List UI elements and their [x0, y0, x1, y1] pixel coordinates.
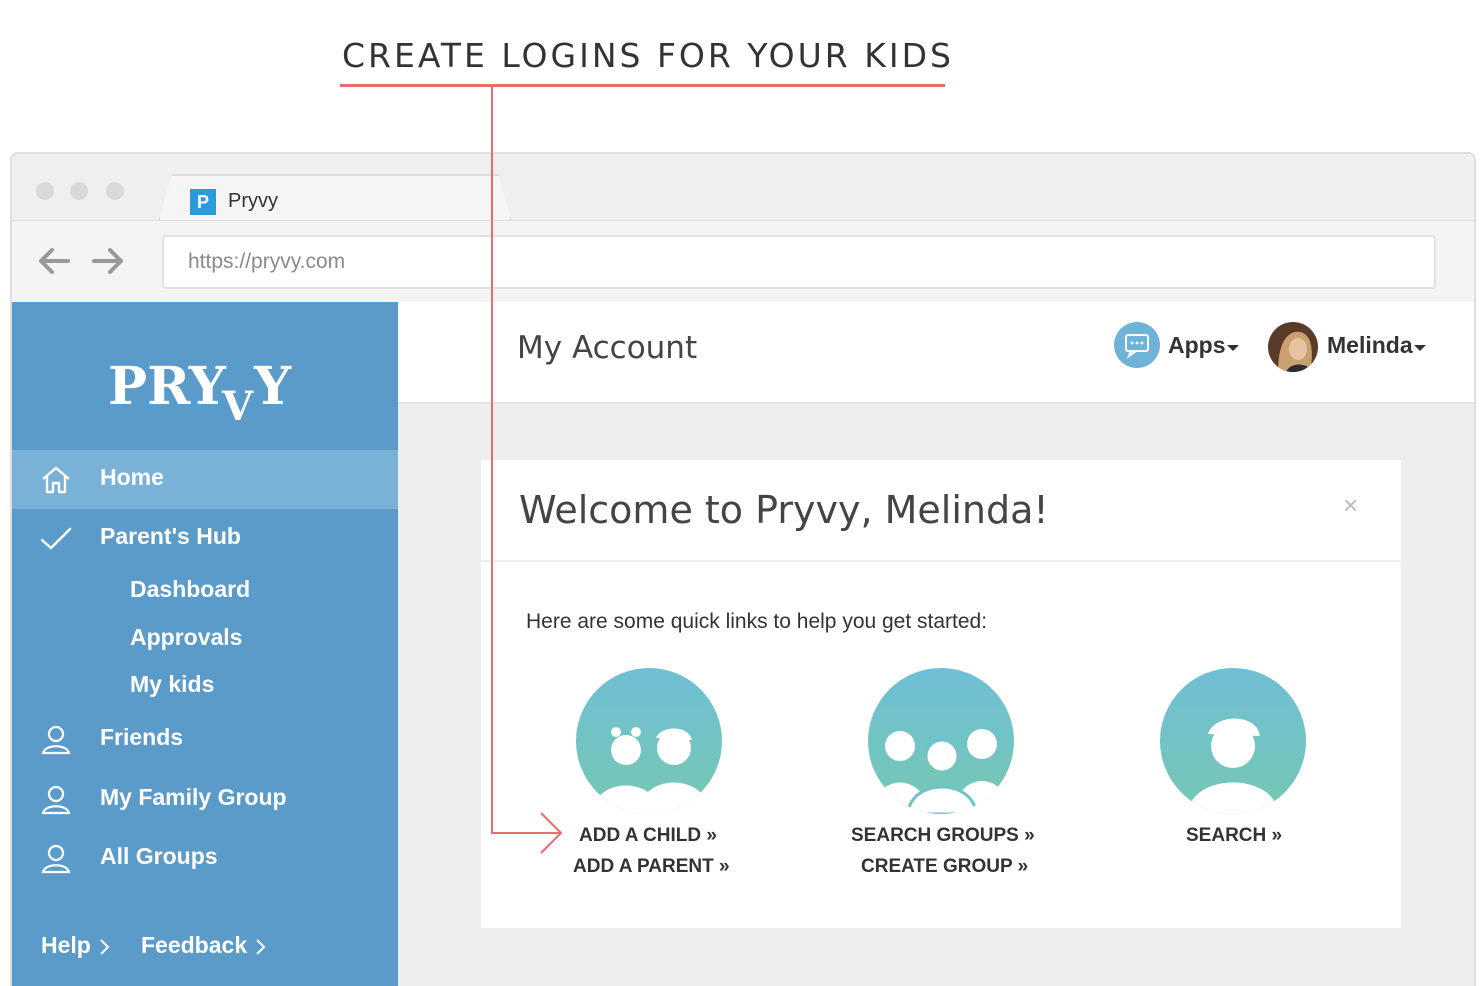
user-menu[interactable]: Melinda [1327, 332, 1413, 359]
feedback-label: Feedback [141, 932, 248, 958]
sidebar-item-label: Parent's Hub [100, 523, 241, 549]
chevron-right-icon [100, 939, 110, 955]
house-icon [40, 464, 72, 496]
welcome-title: Welcome to Pryvy, Melinda! [519, 488, 1049, 532]
tab-title: Pryvy [228, 190, 278, 212]
sidebar-item-friends[interactable]: Friends [12, 710, 398, 769]
svg-text:PRY: PRY [108, 356, 227, 417]
group-icon [868, 668, 1014, 814]
person-icon [40, 784, 72, 816]
single-person-icon [1160, 668, 1306, 814]
chevron-down-icon[interactable] [1414, 345, 1426, 351]
back-arrow-icon[interactable] [34, 243, 74, 279]
person-icon [40, 724, 72, 756]
add-parent-link[interactable]: ADD A PARENT » [573, 856, 730, 878]
top-header: My Account Apps Melinda [398, 302, 1474, 404]
address-bar[interactable]: https://pryvy.com [162, 235, 1436, 289]
forward-arrow-icon[interactable] [88, 243, 128, 279]
welcome-panel: Welcome to Pryvy, Melinda! × Here are so… [481, 460, 1401, 928]
sidebar-subitem-approvals[interactable]: Approvals [130, 624, 242, 651]
apps-menu[interactable]: Apps [1168, 332, 1226, 359]
sidebar-item-label: My Family Group [100, 784, 287, 810]
page-title: My Account [517, 330, 698, 366]
search-link[interactable]: SEARCH » [1186, 825, 1282, 847]
sidebar-item-all-groups[interactable]: All Groups [12, 829, 398, 888]
callout-underline [340, 84, 945, 87]
welcome-panel-header: Welcome to Pryvy, Melinda! × [481, 460, 1401, 562]
sidebar-item-label: Home [100, 464, 164, 490]
browser-toolbar: https://pryvy.com [12, 220, 1474, 302]
sidebar-item-parents-hub[interactable]: Parent's Hub [12, 509, 398, 568]
avatar[interactable] [1268, 322, 1318, 372]
chat-bubble-icon[interactable] [1114, 322, 1160, 368]
browser-tab[interactable]: P Pryvy [158, 174, 512, 222]
person-icon [40, 843, 72, 875]
checkmark-icon [40, 523, 72, 555]
sidebar-item-label: Friends [100, 724, 184, 750]
sidebar-subitem-dashboard[interactable]: Dashboard [130, 576, 250, 603]
window-close-dot[interactable] [36, 182, 54, 200]
children-icon [576, 668, 722, 814]
chevron-right-icon [256, 939, 266, 955]
create-group-link[interactable]: CREATE GROUP » [861, 856, 1028, 878]
sidebar-item-home[interactable]: Home [12, 450, 398, 509]
pryvy-favicon-icon: P [190, 189, 216, 215]
sidebar: PRY V Y Home Parent's Hub Dashboard Appr… [12, 302, 398, 986]
pryvy-logo: PRY V Y [108, 356, 292, 424]
help-label: Help [41, 932, 91, 958]
chevron-down-icon[interactable] [1227, 345, 1239, 351]
sidebar-subitem-my-kids[interactable]: My kids [130, 671, 214, 698]
main-content: My Account Apps Melinda Welcome to Pryvy… [398, 302, 1474, 986]
close-icon[interactable]: × [1343, 490, 1358, 521]
window-minimize-dot[interactable] [70, 182, 88, 200]
svg-text:Y: Y [253, 356, 292, 417]
callout-title: CREATE LOGINS FOR YOUR KIDS [342, 36, 954, 75]
sidebar-item-my-family-group[interactable]: My Family Group [12, 770, 398, 829]
sidebar-item-label: All Groups [100, 843, 218, 869]
window-maximize-dot[interactable] [106, 182, 124, 200]
welcome-subtitle: Here are some quick links to help you ge… [526, 610, 988, 633]
feedback-link[interactable]: Feedback [141, 932, 267, 959]
svg-text:V: V [221, 383, 254, 424]
browser-window: P Pryvy https://pryvy.com PRY V Y Home P… [10, 152, 1476, 986]
browser-titlebar: P Pryvy [12, 154, 1474, 222]
help-link[interactable]: Help [41, 932, 111, 959]
add-child-link[interactable]: ADD A CHILD » [579, 825, 717, 847]
search-groups-link[interactable]: SEARCH GROUPS » [851, 825, 1035, 847]
